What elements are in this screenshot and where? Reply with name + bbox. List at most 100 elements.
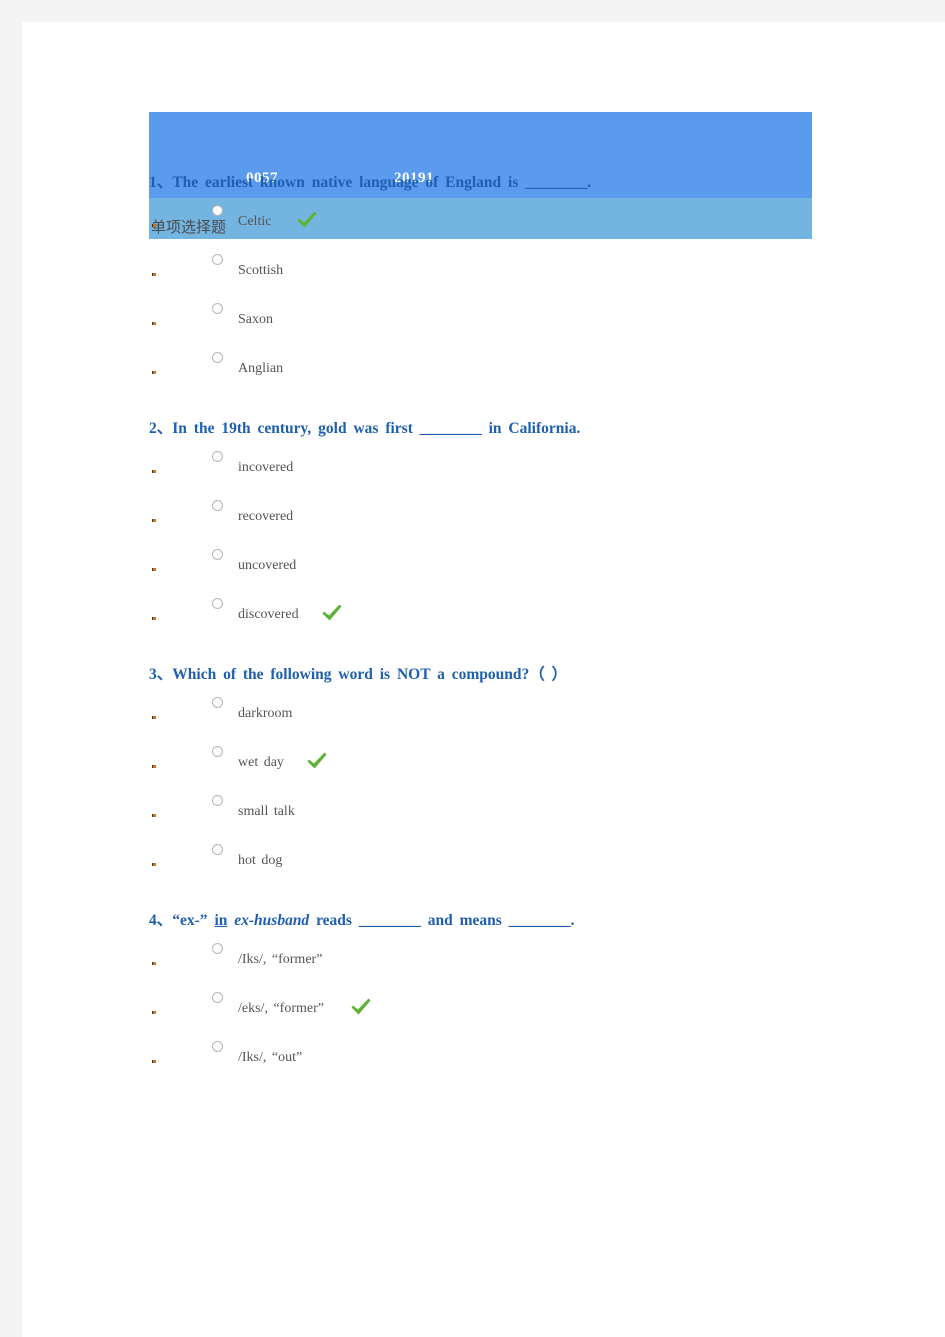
bullet-marker [152,1011,156,1014]
question-spacer [149,1079,929,1107]
radio-button-icon[interactable] [212,697,223,708]
correct-answer-check-icon [350,997,372,1017]
option-label: Scottish [238,263,284,278]
radio-button-icon[interactable] [212,549,223,560]
option-row[interactable]: recovered [149,489,929,538]
bullet-marker [152,814,156,817]
question-number: 4、 [149,912,173,929]
bullet-marker [152,470,156,473]
answer-blank: ________ [358,912,421,929]
correct-answer-check-icon [296,210,318,230]
bullet-marker [152,273,156,276]
question-fragment: in California. [481,420,581,437]
answer-blank: ________ [419,420,482,437]
page-sheet: 0057 20191 单项选择题 1、The earliest known na… [22,22,945,1337]
option-row[interactable]: Scottish [149,243,929,292]
option-label: wet day [238,755,284,770]
option-label: Saxon [238,312,273,327]
question-block: 3、Which of the following word is NOT a c… [149,664,929,910]
question-fragment: The earliest known native language of En… [172,174,526,191]
correct-answer-check-icon [306,751,328,771]
option-label: incovered [238,460,294,475]
radio-button-icon[interactable] [212,303,223,314]
question-block: 4、“ex-” in ex-husband reads ________ and… [149,910,929,1107]
question-number: 3、 [149,666,173,683]
question-number: 1、 [149,174,173,191]
correct-answer-check-icon [321,603,343,623]
option-row[interactable]: small talk [149,784,929,833]
underlined-word: in [214,912,228,929]
radio-button-icon[interactable] [212,598,223,609]
option-label: Celtic [238,214,272,229]
option-row[interactable]: hot dog [149,833,929,882]
radio-button-icon[interactable] [212,500,223,511]
bullet-marker [152,322,156,325]
bullet-marker [152,617,156,620]
option-row[interactable]: wet day [149,735,929,784]
option-group: /Iks/, “former” /eks/, “former” /Iks/, “ou… [149,932,929,1079]
option-row[interactable]: discovered [149,587,929,636]
radio-button-icon[interactable] [212,943,223,954]
bullet-marker [152,962,156,965]
bullet-marker [152,224,156,227]
bullet-marker [152,716,156,719]
option-group: Celtic Scottish Saxon Anglian [149,194,929,390]
option-label: /Iks/, “former” [238,952,323,967]
option-label: /eks/, “former” [238,1001,324,1016]
bullet-marker [152,568,156,571]
question-number: 2、 [149,420,173,437]
option-row[interactable]: darkroom [149,686,929,735]
option-label: darkroom [238,706,293,721]
radio-button-icon[interactable] [212,795,223,806]
radio-button-icon[interactable] [212,1041,223,1052]
question-text: 4、“ex-” in ex-husband reads ________ and… [149,910,929,932]
option-row[interactable]: incovered [149,440,929,489]
radio-button-icon[interactable] [212,205,223,216]
option-row[interactable]: Saxon [149,292,929,341]
option-label: small talk [238,804,295,819]
question-block: 1、The earliest known native language of … [149,172,929,418]
radio-button-icon[interactable] [212,844,223,855]
radio-button-icon[interactable] [212,352,223,363]
option-row[interactable]: /eks/, “former” [149,981,929,1030]
question-spacer [149,882,929,910]
bullet-marker [152,519,156,522]
bullet-marker [152,371,156,374]
question-fragment: reads [309,912,359,929]
option-group: darkroom wet day small talk hot dog [149,686,929,882]
question-spacer [149,390,929,418]
answer-blank: ________ [525,174,588,191]
question-fragment: and means [420,912,509,929]
option-row[interactable]: /Iks/, “former” [149,932,929,981]
radio-button-icon[interactable] [212,746,223,757]
question-block: 2、In the 19th century, gold was first __… [149,418,929,664]
option-group: incovered recovered uncovered discovered [149,440,929,636]
question-fragment: “ex-” [172,912,215,929]
option-label: discovered [238,607,299,622]
question-text: 2、In the 19th century, gold was first __… [149,418,929,440]
bullet-marker [152,1060,156,1063]
option-row[interactable]: Anglian [149,341,929,390]
option-label: Anglian [238,361,284,376]
question-fragment: . [587,174,592,191]
option-label: uncovered [238,558,297,573]
radio-button-icon[interactable] [212,451,223,462]
question-text: 3、Which of the following word is NOT a c… [149,664,929,686]
question-list: 1、The earliest known native language of … [149,172,929,1107]
option-row[interactable]: uncovered [149,538,929,587]
question-text: 1、The earliest known native language of … [149,172,929,194]
radio-button-icon[interactable] [212,254,223,265]
question-fragment: In the 19th century, gold was first [172,420,420,437]
answer-blank: ________ [508,912,571,929]
bullet-marker [152,863,156,866]
bullet-marker [152,765,156,768]
emphasised-term: ex-husband [234,912,310,929]
question-fragment: . [570,912,575,929]
option-label: recovered [238,509,294,524]
question-spacer [149,636,929,664]
question-fragment: Which of the following word is NOT a com… [172,666,568,683]
option-row[interactable]: /Iks/, “out” [149,1030,929,1079]
option-row[interactable]: Celtic [149,194,929,243]
option-label: /Iks/, “out” [238,1050,303,1065]
radio-button-icon[interactable] [212,992,223,1003]
